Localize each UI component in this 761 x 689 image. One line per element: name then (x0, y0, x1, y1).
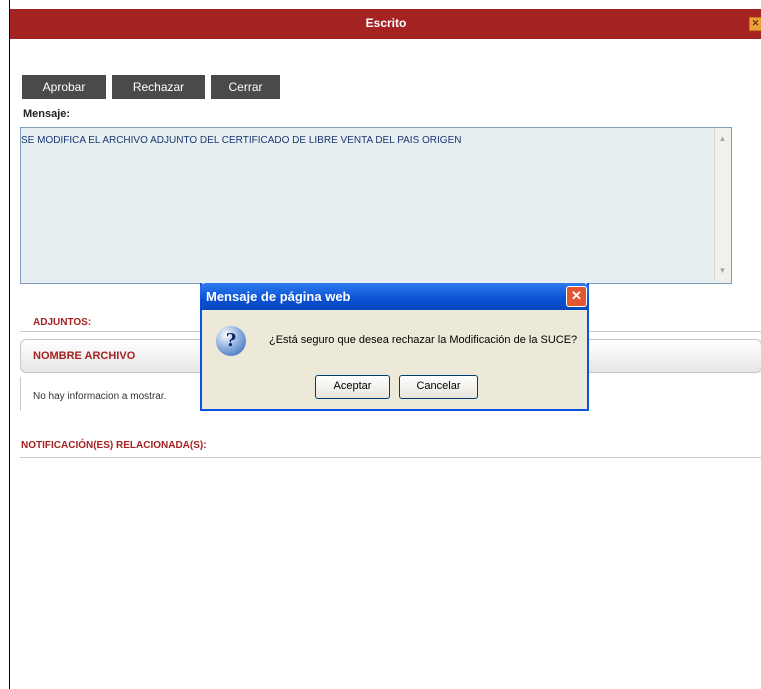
scroll-up-icon[interactable]: ▲ (717, 133, 728, 144)
dialog-title: Mensaje de página web (206, 289, 351, 304)
scroll-down-icon[interactable]: ▼ (717, 265, 728, 276)
window-titlebar: Escrito ✕ (10, 9, 761, 39)
file-name-column-header: NOMBRE ARCHIVO (33, 350, 136, 362)
cancel-button[interactable]: Cancelar (399, 375, 478, 399)
approve-button[interactable]: Aprobar (22, 75, 106, 99)
message-label: Mensaje: (23, 108, 71, 120)
question-icon: ? (216, 326, 246, 356)
accept-button[interactable]: Aceptar (315, 375, 390, 399)
empty-message: No hay informacion a mostrar. (33, 391, 167, 402)
reject-button[interactable]: Rechazar (112, 75, 205, 99)
confirm-dialog: Mensaje de página web ✕ ? ¿Está seguro q… (200, 283, 589, 411)
attachments-empty-row: No hay informacion a mostrar. (20, 377, 211, 411)
message-text: SE MODIFICA EL ARCHIVO ADJUNTO DEL CERTI… (21, 135, 462, 146)
dialog-titlebar: Mensaje de página web ✕ (200, 283, 589, 310)
close-icon[interactable]: ✕ (749, 17, 761, 31)
attachments-title: ADJUNTOS: (33, 317, 92, 328)
window-title: Escrito (365, 16, 407, 30)
message-scrollbar[interactable]: ▲ ▼ (714, 128, 731, 281)
notifications-divider (20, 457, 761, 458)
message-textarea[interactable]: SE MODIFICA EL ARCHIVO ADJUNTO DEL CERTI… (20, 127, 732, 284)
close-icon[interactable]: ✕ (566, 286, 587, 307)
notifications-title: NOTIFICACIÓN(ES) RELACIONADA(S): (21, 440, 207, 451)
close-button[interactable]: Cerrar (211, 75, 280, 99)
dialog-message: ¿Está seguro que desea rechazar la Modif… (269, 334, 578, 346)
